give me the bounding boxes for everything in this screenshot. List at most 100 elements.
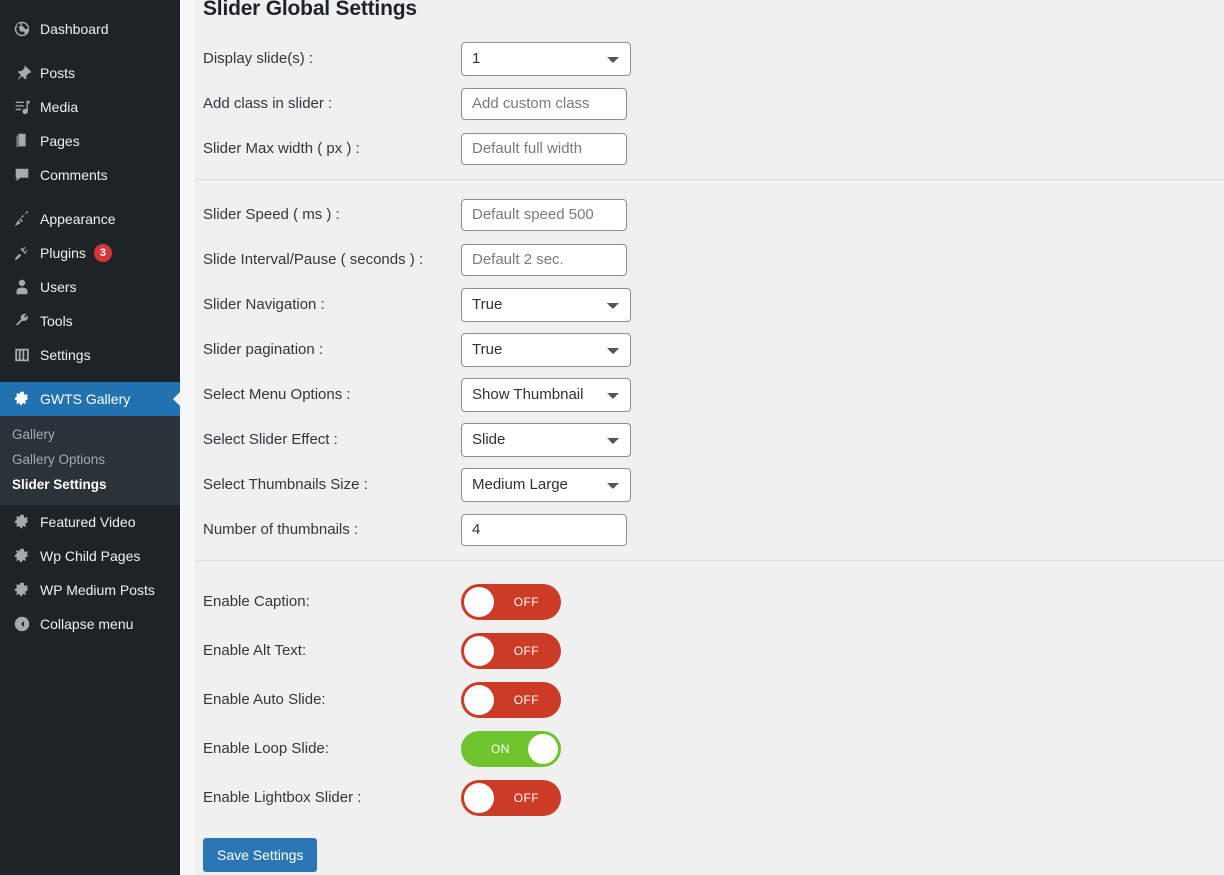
- slider-effect-select[interactable]: Slide: [461, 423, 631, 457]
- admin-screen: Dashboard Posts Media Pages Commen: [0, 0, 1224, 875]
- display-slides-select[interactable]: 1: [461, 42, 631, 76]
- spacer: [195, 171, 1224, 179]
- sidebar-item-label: Appearance: [40, 211, 116, 227]
- field-label: Enable Alt Text:: [203, 642, 461, 659]
- field-control: [461, 133, 627, 165]
- sidebar-item-featured-video[interactable]: Featured Video: [0, 505, 180, 539]
- enable-caption-toggle[interactable]: OFF: [461, 584, 561, 620]
- gear-icon: [12, 546, 32, 566]
- submenu-item-gallery[interactable]: Gallery: [0, 422, 180, 447]
- number-of-thumbnails-input[interactable]: [461, 514, 627, 546]
- sidebar-item-tools[interactable]: Tools: [0, 304, 180, 338]
- field-control: [461, 88, 627, 120]
- field-row-slider-pagination: Slider pagination : True: [203, 327, 1224, 372]
- sidebar-item-pages[interactable]: Pages: [0, 124, 180, 158]
- field-row-menu-options: Select Menu Options : Show Thumbnail: [203, 372, 1224, 417]
- sidebar-item-label: Collapse menu: [40, 616, 133, 632]
- slider-navigation-select[interactable]: True: [461, 288, 631, 322]
- brush-icon: [12, 209, 32, 229]
- sidebar-item-dashboard[interactable]: Dashboard: [0, 12, 180, 46]
- plug-icon: [12, 243, 32, 263]
- sidebar-item-media[interactable]: Media: [0, 90, 180, 124]
- toggle-knob: [464, 783, 494, 813]
- slide-interval-input[interactable]: [461, 244, 627, 276]
- field-row-display-slides: Display slide(s) : 1: [203, 36, 1224, 81]
- add-class-input[interactable]: [461, 88, 627, 120]
- sidebar-item-label: Settings: [40, 347, 91, 363]
- sidebar-content-gap: [180, 0, 195, 875]
- enable-lightbox-slider-toggle[interactable]: OFF: [461, 780, 561, 816]
- sidebar-item-posts[interactable]: Posts: [0, 56, 180, 90]
- sidebar-item-gwts-gallery[interactable]: GWTS Gallery: [0, 382, 180, 416]
- slider-pagination-select[interactable]: True: [461, 333, 631, 367]
- sidebar-item-comments[interactable]: Comments: [0, 158, 180, 192]
- toggle-knob: [464, 685, 494, 715]
- slider-speed-input[interactable]: [461, 199, 627, 231]
- sidebar-item-label: Users: [40, 279, 77, 295]
- submenu-item-slider-settings[interactable]: Slider Settings: [0, 472, 180, 497]
- enable-loop-slide-toggle[interactable]: ON: [461, 731, 561, 767]
- save-settings-button[interactable]: Save Settings: [203, 838, 317, 872]
- submenu-item-gallery-options[interactable]: Gallery Options: [0, 447, 180, 472]
- field-label: Slider Speed ( ms ) :: [203, 206, 461, 223]
- gwts-gallery-submenu: Gallery Gallery Options Slider Settings: [0, 416, 180, 505]
- wrench-icon: [12, 311, 32, 331]
- spacer: [195, 552, 1224, 560]
- enable-auto-slide-toggle[interactable]: OFF: [461, 682, 561, 718]
- sidebar-item-settings[interactable]: Settings: [0, 338, 180, 372]
- field-row-slider-speed: Slider Speed ( ms ) :: [203, 192, 1224, 237]
- field-control: True: [461, 288, 631, 322]
- field-label: Display slide(s) :: [203, 50, 461, 67]
- field-label: Slider Max width ( px ) :: [203, 140, 461, 157]
- field-control: 1: [461, 42, 631, 76]
- spacer: [195, 561, 1224, 577]
- sidebar-item-wp-medium-posts[interactable]: WP Medium Posts: [0, 573, 180, 607]
- form-group-general: Display slide(s) : 1 Add class in slider…: [195, 36, 1224, 171]
- toggle-knob: [464, 587, 494, 617]
- field-control: [461, 244, 627, 276]
- sidebar-item-label: WP Medium Posts: [40, 582, 155, 598]
- field-control: Slide: [461, 423, 631, 457]
- sidebar-item-label: Tools: [40, 313, 73, 329]
- spacer: [195, 24, 1224, 36]
- sidebar-item-label: Pages: [40, 133, 80, 149]
- field-control: OFF: [461, 633, 561, 669]
- sidebar-item-label: Wp Child Pages: [40, 548, 140, 564]
- sidebar-item-label: Comments: [40, 167, 108, 183]
- media-icon: [12, 97, 32, 117]
- thumbnails-size-select[interactable]: Medium Large: [461, 468, 631, 502]
- spacer: [195, 180, 1224, 192]
- field-control: Show Thumbnail: [461, 378, 631, 412]
- field-control: OFF: [461, 780, 561, 816]
- toggle-state-label: OFF: [514, 595, 539, 609]
- slider-max-width-input[interactable]: [461, 133, 627, 165]
- page-title: Slider Global Settings: [195, 0, 1224, 24]
- spacer: [195, 822, 1224, 838]
- sidebar-item-users[interactable]: Users: [0, 270, 180, 304]
- toggle-state-label: OFF: [514, 791, 539, 805]
- pin-icon: [12, 63, 32, 83]
- user-icon: [12, 277, 32, 297]
- field-control: [461, 199, 627, 231]
- slider-settings-panel: Slider Global Settings Display slide(s) …: [195, 0, 1224, 875]
- field-label: Slider Navigation :: [203, 296, 461, 313]
- menu-options-select[interactable]: Show Thumbnail: [461, 378, 631, 412]
- collapse-icon: [12, 614, 32, 634]
- field-row-slide-interval: Slide Interval/Pause ( seconds ) :: [203, 237, 1224, 282]
- active-arrow-icon: [173, 391, 181, 407]
- field-control: Medium Large: [461, 468, 631, 502]
- toggle-row-enable-loop-slide: Enable Loop Slide: ON: [203, 724, 1224, 773]
- sidebar-item-wp-child-pages[interactable]: Wp Child Pages: [0, 539, 180, 573]
- sidebar-item-appearance[interactable]: Appearance: [0, 202, 180, 236]
- menu-separator: [0, 192, 180, 202]
- sidebar-item-label: Plugins: [40, 245, 86, 261]
- field-label: Select Thumbnails Size :: [203, 476, 461, 493]
- field-label: Enable Auto Slide:: [203, 691, 461, 708]
- enable-alt-text-toggle[interactable]: OFF: [461, 633, 561, 669]
- field-row-max-width: Slider Max width ( px ) :: [203, 126, 1224, 171]
- toggle-knob: [464, 636, 494, 666]
- sidebar-item-plugins[interactable]: Plugins 3: [0, 236, 180, 270]
- sidebar-item-collapse-menu[interactable]: Collapse menu: [0, 607, 180, 641]
- plugins-update-badge: 3: [94, 244, 112, 262]
- sidebar-item-label: Featured Video: [40, 514, 135, 530]
